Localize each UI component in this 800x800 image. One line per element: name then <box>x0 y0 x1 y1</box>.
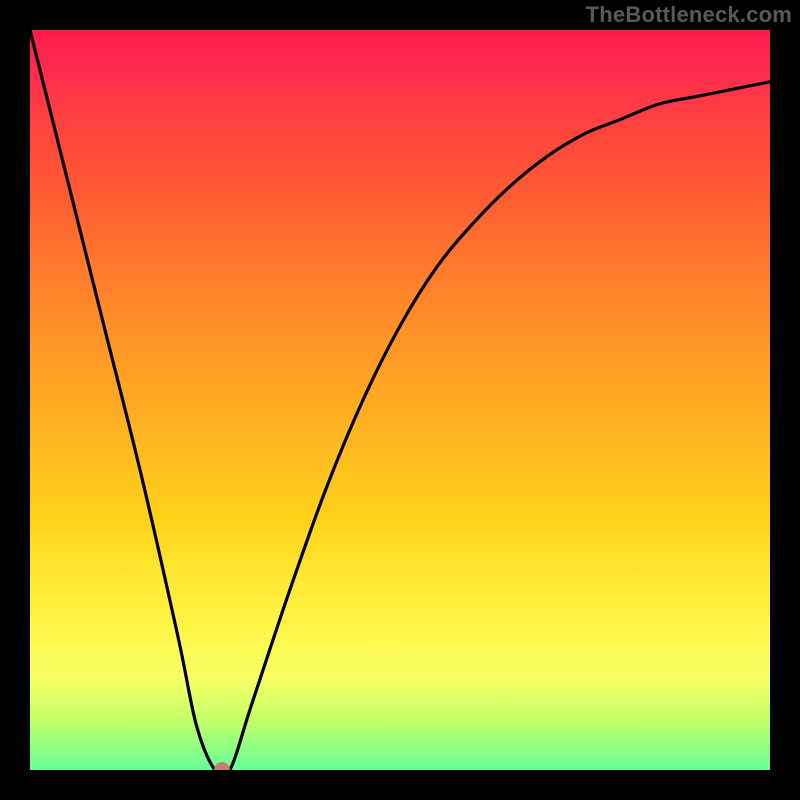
plot-area <box>30 30 770 770</box>
bottleneck-curve <box>30 30 770 770</box>
watermark-text: TheBottleneck.com <box>586 2 792 28</box>
curve-svg <box>30 30 770 770</box>
chart-frame: TheBottleneck.com <box>0 0 800 800</box>
